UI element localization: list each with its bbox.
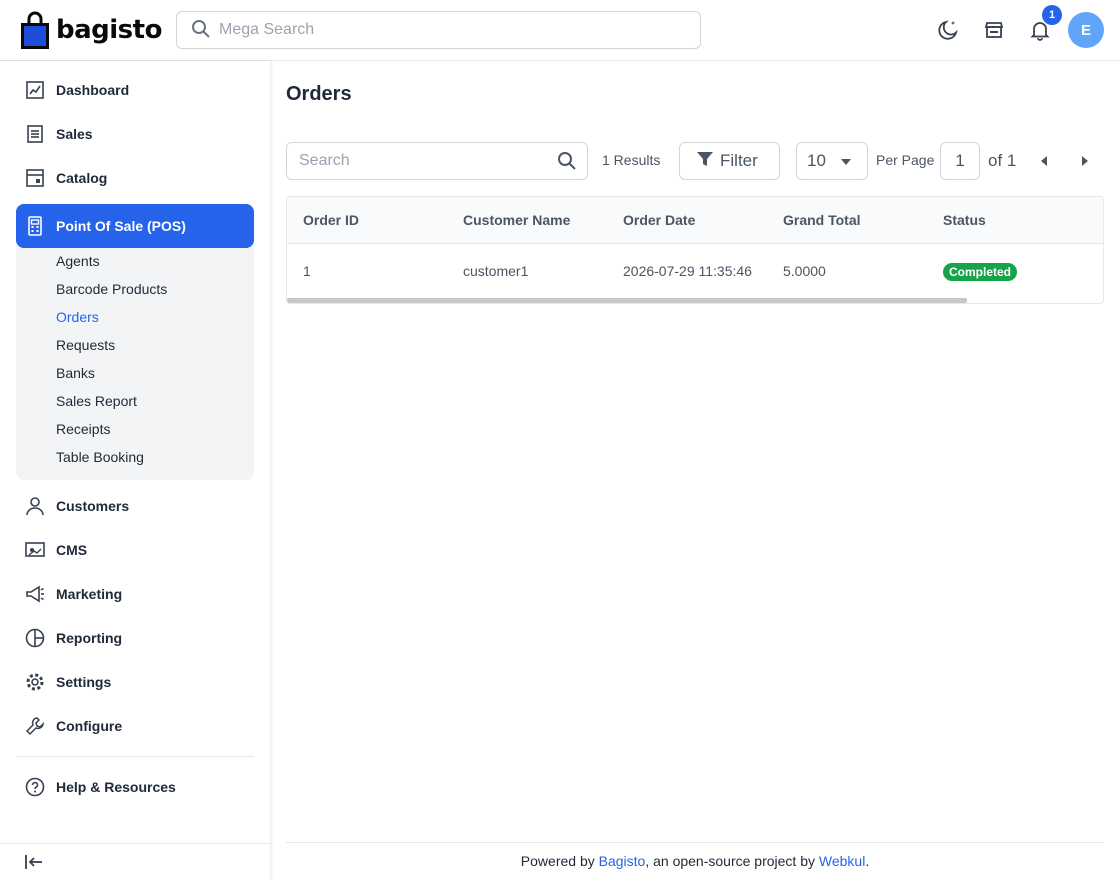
pos-icon [24, 215, 46, 237]
caret-left-icon [1041, 156, 1047, 166]
footer: Powered by Bagisto, an open-source proje… [286, 842, 1104, 880]
footer-prefix: Powered by [520, 853, 599, 869]
page-total: of 1 [988, 151, 1017, 170]
sidebar-item-label: Dashboard [56, 82, 130, 98]
datagrid-search[interactable] [286, 142, 588, 180]
sidebar-item-label: Settings [56, 674, 112, 690]
sidebar-item-catalog[interactable]: Catalog [16, 156, 254, 200]
dashboard-icon [24, 79, 46, 101]
avatar[interactable]: E [1068, 12, 1104, 48]
sidebar-item-label: Reporting [56, 630, 123, 646]
sidebar-item-settings[interactable]: Settings [16, 660, 254, 704]
column-grand-total[interactable]: Grand Total [783, 212, 861, 228]
column-customer-name[interactable]: Customer Name [463, 212, 570, 228]
sidebar-item-label: Marketing [56, 586, 123, 602]
sidebar-item-label: Sales [56, 126, 93, 142]
bagisto-logo[interactable]: bagisto [20, 11, 162, 49]
customers-icon [24, 495, 46, 517]
search-icon [191, 19, 211, 42]
megaphone-icon [24, 583, 46, 605]
sidebar-item-label: Configure [56, 718, 123, 734]
mega-search-bar[interactable] [176, 11, 701, 49]
table-header: Order ID Customer Name Order Date Grand … [287, 197, 1103, 244]
submenu-agents[interactable]: Agents [56, 251, 100, 271]
search-icon[interactable] [557, 151, 577, 174]
wrench-icon [24, 715, 46, 737]
sidebar-item-cms[interactable]: CMS [16, 528, 254, 572]
column-order-date[interactable]: Order Date [623, 212, 695, 228]
chevron-down-icon [841, 159, 851, 165]
sidebar-item-sales[interactable]: Sales [16, 112, 254, 156]
mega-search-input[interactable] [219, 21, 679, 39]
webkul-link[interactable]: Webkul [819, 853, 865, 869]
sidebar-item-customers[interactable]: Customers [16, 484, 254, 528]
sidebar-item-configure[interactable]: Configure [16, 704, 254, 748]
collapse-sidebar-button[interactable] [0, 843, 270, 880]
sidebar-divider [16, 756, 254, 757]
submenu-requests[interactable]: Requests [56, 335, 115, 355]
sidebar-item-label: Help & Resources [56, 779, 176, 795]
sidebar: Dashboard Sales Catalog Point Of Sale (P… [0, 61, 270, 880]
footer-suffix: . [865, 853, 870, 869]
sidebar-item-help-resources[interactable]: Help & Resources [16, 765, 254, 809]
column-order-id[interactable]: Order ID [303, 212, 359, 228]
brand-name: bagisto [56, 15, 162, 45]
submenu-sales-report[interactable]: Sales Report [56, 391, 137, 411]
results-count: 1 Results [602, 152, 661, 168]
submenu-barcode-products[interactable]: Barcode Products [56, 279, 167, 299]
column-status[interactable]: Status [943, 212, 986, 228]
cell-customer-name: customer1 [463, 263, 529, 279]
catalog-icon [24, 167, 46, 189]
sidebar-item-reporting[interactable]: Reporting [16, 616, 254, 660]
filter-icon [696, 150, 714, 173]
horizontal-scrollbar[interactable] [287, 298, 967, 303]
page-title: Orders [286, 83, 352, 105]
top-header: bagisto 1 E [0, 0, 1120, 61]
storefront-icon[interactable] [980, 16, 1008, 44]
orders-table: Order ID Customer Name Order Date Grand … [286, 196, 1104, 304]
sidebar-item-label: Customers [56, 498, 130, 514]
cell-order-date: 2026-07-29 11:35:46 [623, 263, 752, 279]
sidebar-item-label: Point Of Sale (POS) [56, 218, 186, 234]
dark-mode-icon[interactable] [934, 16, 962, 44]
sidebar-item-dashboard[interactable]: Dashboard [16, 68, 254, 112]
status-badge: Completed [943, 263, 1018, 281]
notification-count-badge[interactable]: 1 [1042, 5, 1062, 25]
sidebar-item-label: CMS [56, 542, 88, 558]
pie-chart-icon [24, 627, 46, 649]
sidebar-item-point-of-sale[interactable]: Point Of Sale (POS) [16, 204, 254, 248]
per-page-select[interactable]: 10 [796, 142, 868, 180]
help-icon [24, 776, 46, 798]
search-input[interactable] [299, 152, 549, 170]
submenu-orders[interactable]: Orders [56, 307, 99, 327]
next-page-button[interactable] [1077, 153, 1093, 169]
sidebar-item-marketing[interactable]: Marketing [16, 572, 254, 616]
cell-order-id: 1 [303, 263, 311, 279]
sidebar-item-label: Catalog [56, 170, 108, 186]
caret-right-icon [1082, 156, 1088, 166]
cell-grand-total: 5.0000 [783, 263, 826, 279]
filter-button[interactable]: Filter [679, 142, 780, 180]
bagisto-link[interactable]: Bagisto [599, 853, 646, 869]
submenu-receipts[interactable]: Receipts [56, 419, 110, 439]
page-number-input[interactable] [940, 142, 980, 180]
cms-icon [24, 539, 46, 561]
per-page-label: Per Page [876, 152, 935, 168]
collapse-icon [24, 852, 44, 875]
submenu-banks[interactable]: Banks [56, 363, 95, 383]
gear-icon [24, 671, 46, 693]
shopping-bag-icon [20, 11, 50, 49]
filter-label: Filter [720, 151, 758, 170]
submenu-table-booking[interactable]: Table Booking [56, 447, 144, 467]
per-page-value: 10 [807, 151, 826, 170]
previous-page-button[interactable] [1036, 153, 1052, 169]
table-row[interactable]: 1 customer1 2026-07-29 11:35:46 5.0000 C… [287, 244, 1103, 298]
sales-icon [24, 123, 46, 145]
footer-middle: , an open-source project by [645, 853, 819, 869]
